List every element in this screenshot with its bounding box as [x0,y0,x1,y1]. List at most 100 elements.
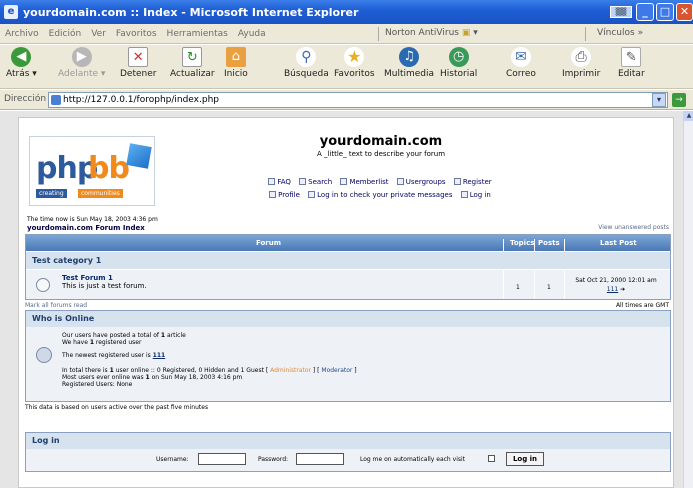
last-post-info: Sat Oct 21, 2000 12:01 am 111 ➔ [561,276,671,294]
mark-forums-read-link[interactable]: Mark all forums read [25,302,87,309]
stop-button[interactable]: ✕ Detener [120,47,156,79]
norton-label: Norton AntiVirus [385,28,459,38]
menu-ver[interactable]: Ver [86,29,111,39]
home-label: Inicio [224,69,248,79]
forum-description: This is just a test forum. [62,282,147,290]
latest-post-icon[interactable]: ➔ [620,286,625,293]
login-link[interactable]: Log in [460,191,491,199]
browser-toolbar: ◀ Atrás ▾ ▶ Adelante ▾ ✕ Detener ↻ Actua… [0,45,693,89]
header-posts: Posts [538,239,560,247]
total-posts-text: Our users have posted a total of 1 artic… [62,332,186,339]
login-icon [460,191,468,198]
who-is-online-title[interactable]: Who is Online [26,311,670,327]
home-button[interactable]: ⌂ Inicio [224,47,248,79]
register-label: Register [462,178,492,186]
max-users-text: Most users ever online was 1 on Sun May … [62,374,243,381]
menu-herramientas[interactable]: Herramientas [162,29,233,39]
login-label: Log in [469,191,491,199]
window-titlebar: e yourdomain.com :: Index - Microsoft In… [0,0,693,24]
row-divider [534,270,535,299]
logo-cube-icon [126,143,152,169]
profile-label: Profile [278,191,300,199]
newest-user-link[interactable]: 111 [153,352,166,359]
private-messages-link[interactable]: Log in to check your private messages [308,191,453,199]
printer-icon: ⎙ [571,47,592,67]
forum-posts-count: 1 [547,284,551,291]
register-link[interactable]: Register [453,178,492,186]
search-link[interactable]: Search [299,178,332,186]
address-dropdown-icon[interactable]: ▾ [652,93,666,107]
forum-page: php bb creating communities yourdomain.c… [18,117,674,488]
password-input[interactable] [296,453,344,465]
minimize-button[interactable]: _ [636,3,654,21]
media-label: Multimedia [384,69,435,79]
newest-user-text: The newest registered user is 111 [62,352,166,359]
site-description: A _little_ text to describe your forum [316,150,446,158]
online-data-note: This data is based on users active over … [25,404,209,411]
mail-label: Correo [506,69,536,79]
message-icon [308,191,316,198]
usergroups-link[interactable]: Usergroups [396,178,446,186]
menu-ayuda[interactable]: Ayuda [233,29,271,39]
auto-login-checkbox[interactable] [488,455,495,462]
search-button[interactable]: ⚲ Búsqueda [284,47,329,79]
scroll-up-icon[interactable]: ▲ [684,111,693,121]
links-toolbar[interactable]: Vínculos » [597,28,643,38]
menu-archivo[interactable]: Archivo [0,29,44,39]
login-title[interactable]: Log in [26,433,670,449]
favorites-button[interactable]: ★ Favoritos [334,47,375,79]
media-button[interactable]: ♫ Multimedia [384,47,434,79]
last-post-user-link[interactable]: 111 [607,286,618,293]
star-icon: ★ [344,47,365,67]
category-name: Test category 1 [32,256,102,265]
header-topics: Topics [510,239,535,247]
username-input[interactable] [198,453,246,465]
profile-link[interactable]: Profile [269,191,300,199]
history-button[interactable]: ◷ Historial [440,47,477,79]
go-button[interactable]: → [672,93,686,107]
address-input[interactable]: http://127.0.0.1/forophp/index.php [48,92,668,108]
page-scrollbar[interactable]: ▲ [683,111,693,488]
search-icon: ⚲ [296,47,317,67]
login-button[interactable]: Log in [506,452,544,466]
language-indicator-icon[interactable]: ▒▒ [610,6,632,18]
users-online-icon [36,347,52,363]
refresh-button[interactable]: ↻ Actualizar [170,47,215,79]
header-divider [564,239,565,251]
mail-button[interactable]: ✉ Correo [506,47,536,79]
maximize-button[interactable]: □ [656,3,674,21]
unanswered-posts-link[interactable]: View unanswered posts [598,224,669,231]
stop-label: Detener [120,69,157,79]
close-button[interactable]: ✕ [676,3,693,21]
address-label: Dirección [4,94,47,104]
edit-button[interactable]: ✎ Editar [618,47,645,79]
print-button[interactable]: ⎙ Imprimir [562,47,600,79]
faq-link[interactable]: FAQ [268,178,291,186]
memberlist-link[interactable]: Memberlist [340,178,389,186]
register-icon [453,178,461,185]
back-label: Atrás [6,69,30,79]
window-title: yourdomain.com :: Index - Microsoft Inte… [23,5,359,19]
username-label: Username: [156,456,189,463]
back-button[interactable]: ◀ Atrás ▾ [6,47,37,79]
registered-users-text: We have 1 registered user [62,339,142,346]
profile-icon [269,191,277,198]
who-is-online-panel: Who is Online Our users have posted a to… [25,310,671,402]
history-icon: ◷ [448,47,469,67]
home-icon: ⌂ [225,47,246,67]
phpbb-logo[interactable]: php bb creating communities [29,136,155,206]
forum-name-link[interactable]: Test Forum 1 [62,274,113,282]
category-row[interactable]: Test category 1 [26,251,670,269]
faq-label: FAQ [277,178,291,186]
norton-antivirus-menu[interactable]: Norton AntiVirus ▣ ▾ [385,28,478,38]
forum-index-link[interactable]: yourdomain.com Forum Index [27,224,145,232]
auto-login-label: Log me on automatically each visit [360,456,465,463]
private-messages-label: Log in to check your private messages [317,191,453,199]
edit-icon: ✎ [621,47,642,67]
forward-button[interactable]: ▶ Adelante ▾ [58,47,105,79]
mail-icon: ✉ [510,47,531,67]
menu-edicion[interactable]: Edición [44,29,87,39]
menu-favoritos[interactable]: Favoritos [111,29,162,39]
menu-separator [378,27,379,41]
logo-bb-text: bb [88,151,130,186]
